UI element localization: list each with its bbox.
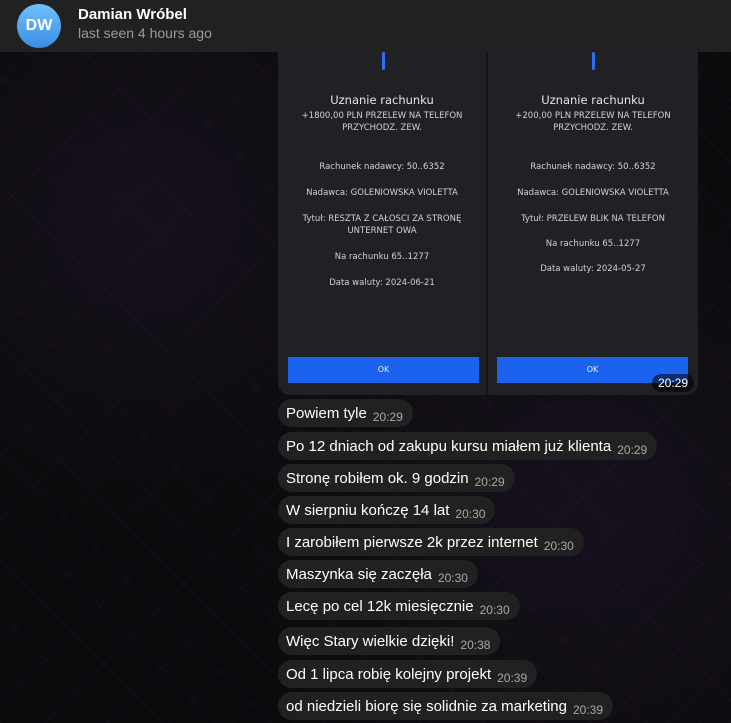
- message-text: Po 12 dniach od zakupu kursu miałem już …: [286, 437, 612, 455]
- avatar[interactable]: DW: [17, 4, 61, 48]
- message-time: 20:38: [460, 638, 491, 652]
- recipient-account: Na rachunku 65..1277: [334, 252, 430, 262]
- message-bubble[interactable]: Powiem tyle 20:29: [278, 399, 413, 427]
- transfer-subject-cont: UNTERNET OWA: [347, 226, 417, 236]
- recipient-account: Na rachunku 65..1277: [545, 239, 641, 249]
- sender-account: Rachunek nadawcy: 50..6352: [530, 162, 656, 172]
- message-text: Stronę robiłem ok. 9 godzin: [286, 469, 469, 487]
- transfer-title: Uznanie rachunku: [330, 93, 434, 107]
- message-bubble[interactable]: Maszynka się zaczęła 20:30: [278, 560, 478, 588]
- bank-screenshot-right: Uznanie rachunku +200,00 PLN PRZELEW NA …: [488, 52, 698, 395]
- transfer-subject: Tytuł: RESZTA Z CAŁOSCI ZA STRONĘ: [302, 214, 462, 224]
- message-time: 20:29: [474, 475, 505, 489]
- scroll-indicator: [382, 52, 385, 70]
- transfer-title: Uznanie rachunku: [541, 93, 645, 107]
- chat-header[interactable]: DW Damian Wróbel last seen 4 hours ago: [0, 0, 731, 52]
- transfer-amount: +200,00 PLN PRZELEW NA TELEFON: [515, 111, 671, 121]
- message-text: Maszynka się zaczęła: [286, 565, 432, 583]
- message-text: Więc Stary wielkie dzięki!: [286, 632, 455, 650]
- message-text: Lecę po cel 12k miesięcznie: [286, 597, 474, 615]
- message-bubble[interactable]: Lecę po cel 12k miesięcznie 20:30: [278, 592, 520, 620]
- message-bubble[interactable]: Więc Stary wielkie dzięki! 20:38: [278, 627, 501, 655]
- message-bubble[interactable]: Po 12 dniach od zakupu kursu miałem już …: [278, 432, 658, 460]
- transfer-category: PRZYCHODZ. ZEW.: [553, 123, 633, 133]
- message-bubble[interactable]: I zarobiłem pierwsze 2k przez internet 2…: [278, 528, 584, 556]
- message-bubble[interactable]: W sierpniu kończę 14 lat 20:30: [278, 496, 496, 524]
- last-seen-status: last seen 4 hours ago: [78, 25, 212, 41]
- message-text: Powiem tyle: [286, 404, 367, 422]
- message-time: 20:30: [437, 571, 468, 585]
- transfer-category: PRZYCHODZ. ZEW.: [342, 123, 422, 133]
- message-text: od niedzieli biorę się solidnie za marke…: [286, 697, 567, 715]
- photo-message[interactable]: Uznanie rachunku +1800,00 PLN PRZELEW NA…: [278, 52, 698, 395]
- message-time: 20:39: [497, 671, 528, 685]
- message-time: 20:29: [617, 443, 648, 457]
- sender-name: Nadawca: GOLENIOWSKA VIOLETTA: [306, 188, 458, 198]
- value-date: Data waluty: 2024-06-21: [329, 278, 435, 288]
- sender-account: Rachunek nadawcy: 50..6352: [319, 162, 445, 172]
- scroll-indicator: [592, 52, 595, 70]
- message-bubble[interactable]: Stronę robiłem ok. 9 godzin 20:29: [278, 464, 515, 492]
- sender-name: Nadawca: GOLENIOWSKA VIOLETTA: [517, 188, 669, 198]
- message-text: Od 1 lipca robię kolejny projekt: [286, 665, 492, 683]
- transfer-subject: Tytuł: PRZELEW BLIK NA TELEFON: [521, 214, 665, 224]
- message-time: 20:39: [573, 703, 604, 717]
- message-time: 20:29: [372, 410, 403, 424]
- message-time: 20:30: [479, 603, 510, 617]
- message-time: 20:29: [651, 374, 694, 392]
- message-text: I zarobiłem pierwsze 2k przez internet: [286, 533, 538, 551]
- message-time: 20:30: [455, 507, 486, 521]
- message-text: W sierpniu kończę 14 lat: [286, 501, 450, 519]
- ok-button: OK: [288, 357, 479, 383]
- bank-screenshot-left: Uznanie rachunku +1800,00 PLN PRZELEW NA…: [278, 52, 486, 395]
- contact-name[interactable]: Damian Wróbel: [78, 6, 187, 23]
- value-date: Data waluty: 2024-05-27: [540, 264, 646, 274]
- message-time: 20:30: [543, 539, 574, 553]
- message-bubble[interactable]: Od 1 lipca robię kolejny projekt 20:39: [278, 660, 538, 688]
- transfer-amount: +1800,00 PLN PRZELEW NA TELEFON: [301, 111, 463, 121]
- message-bubble[interactable]: od niedzieli biorę się solidnie za marke…: [278, 692, 614, 720]
